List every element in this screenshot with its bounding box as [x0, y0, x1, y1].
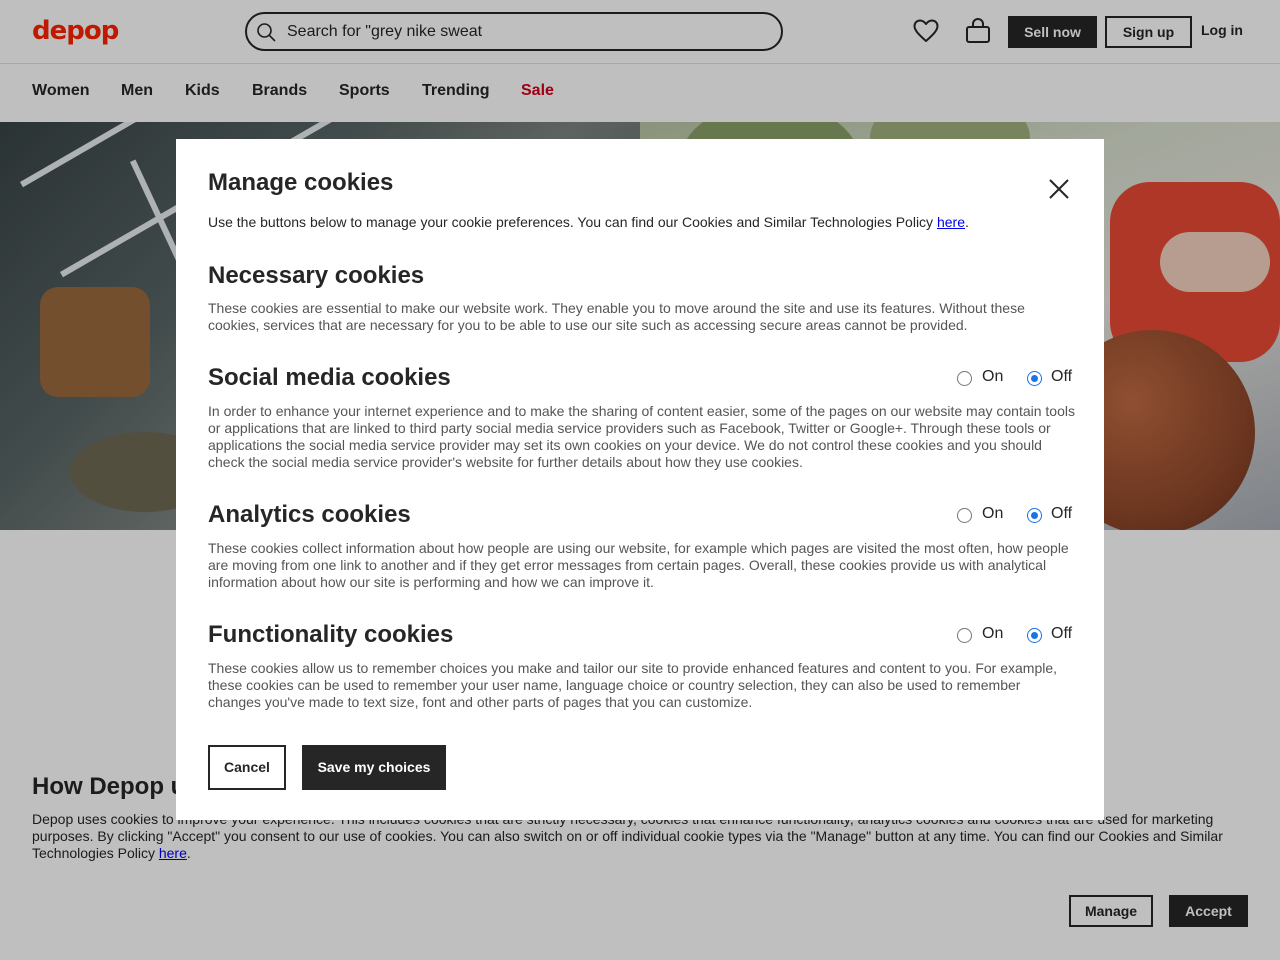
functionality-cookies-text: These cookies allow us to remember choic…	[208, 660, 1058, 710]
functionality-off-radio[interactable]	[1027, 628, 1042, 643]
on-label: On	[982, 505, 1004, 522]
intro-text: Use the buttons below to manage your coo…	[208, 214, 937, 230]
social-media-cookies-title: Social media cookies	[208, 364, 451, 391]
on-label: On	[982, 625, 1004, 642]
functionality-toggle: On Off	[956, 624, 1076, 646]
intro-text-end: .	[964, 214, 969, 230]
dialog-title: Manage cookies	[208, 169, 394, 196]
off-label: Off	[1051, 625, 1073, 642]
off-label: Off	[1051, 505, 1073, 522]
social-media-toggle: On Off	[956, 367, 1076, 389]
functionality-on-radio[interactable]	[957, 628, 972, 643]
social-media-off-radio[interactable]	[1027, 371, 1042, 386]
close-icon[interactable]	[1048, 178, 1070, 200]
analytics-off-radio[interactable]	[1027, 508, 1042, 523]
analytics-cookies-text: These cookies collect information about …	[208, 540, 1069, 590]
cancel-button[interactable]: Cancel	[208, 745, 286, 790]
social-media-on-radio[interactable]	[957, 371, 972, 386]
social-media-cookies-text: In order to enhance your internet experi…	[208, 403, 1075, 470]
necessary-cookies-text: These cookies are essential to make our …	[208, 300, 1025, 333]
on-label: On	[982, 368, 1004, 385]
analytics-toggle: On Off	[956, 504, 1076, 526]
off-label: Off	[1051, 368, 1073, 385]
save-choices-button[interactable]: Save my choices	[302, 745, 446, 790]
policy-link[interactable]: here	[937, 214, 965, 230]
manage-cookies-dialog: Manage cookies Use the buttons below to …	[176, 139, 1104, 820]
dialog-intro: Use the buttons below to manage your coo…	[208, 214, 969, 231]
functionality-cookies-title: Functionality cookies	[208, 621, 454, 648]
analytics-on-radio[interactable]	[957, 508, 972, 523]
analytics-cookies-title: Analytics cookies	[208, 501, 411, 528]
necessary-cookies-title: Necessary cookies	[208, 262, 425, 289]
